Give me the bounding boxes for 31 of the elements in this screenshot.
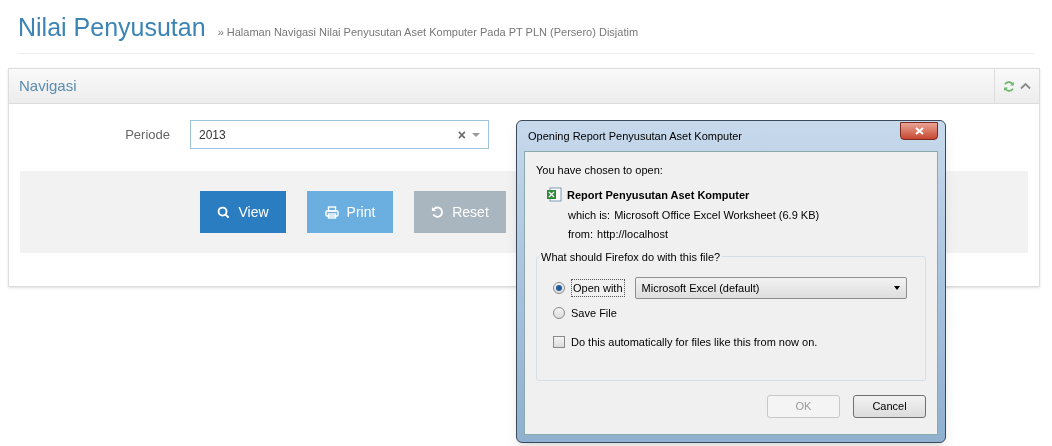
intro-text: You have chosen to open:: [536, 163, 664, 178]
page-title: Nilai Penyusutan: [18, 12, 206, 43]
dialog-button[interactable]: Cancel: [853, 395, 926, 418]
close-icon: [914, 127, 924, 135]
search-icon: [217, 205, 231, 219]
checkbox[interactable]: [553, 335, 565, 348]
refresh-icon[interactable]: [1003, 80, 1015, 92]
field-label: Periode: [124, 126, 171, 144]
file-name: Report Penyusutan Aset Komputer: [567, 187, 750, 203]
action-button[interactable]: View: [200, 191, 286, 234]
panel-title: Navigasi: [18, 76, 78, 96]
dialog-title: Opening Report Penyusutan Aset Komputer: [527, 128, 744, 144]
close-button[interactable]: [900, 122, 938, 140]
detail-value: Microsoft Office Excel Worksheet (6.9 KB): [614, 208, 820, 223]
radio-button[interactable]: [553, 307, 565, 320]
detail-label: from:: [568, 226, 594, 242]
checkbox-label[interactable]: Do this automatically for files like this from now on.: [571, 333, 818, 350]
collapse-icon[interactable]: [1020, 82, 1031, 91]
page-subtitle: » Halaman Navigasi Nilai Penyusutan Aset Komputer Pada PT PLN (Persero) Disjatim: [217, 25, 639, 40]
clear-icon[interactable]: ×: [457, 127, 466, 142]
radio-button[interactable]: [553, 282, 565, 294]
option-label[interactable]: Save File: [571, 305, 617, 322]
option-label[interactable]: Open with: [571, 278, 625, 298]
application-dropdown[interactable]: Microsoft Excel (default): [634, 277, 907, 299]
spreadsheet-icon: [546, 187, 562, 203]
period-select[interactable]: 2013 ×: [190, 120, 489, 150]
caret-icon[interactable]: [893, 286, 900, 290]
detail-label: which is:: [568, 208, 611, 223]
printer-icon: [324, 205, 339, 219]
detail-value: http://localhost: [597, 226, 668, 242]
undo-icon: [431, 205, 445, 219]
